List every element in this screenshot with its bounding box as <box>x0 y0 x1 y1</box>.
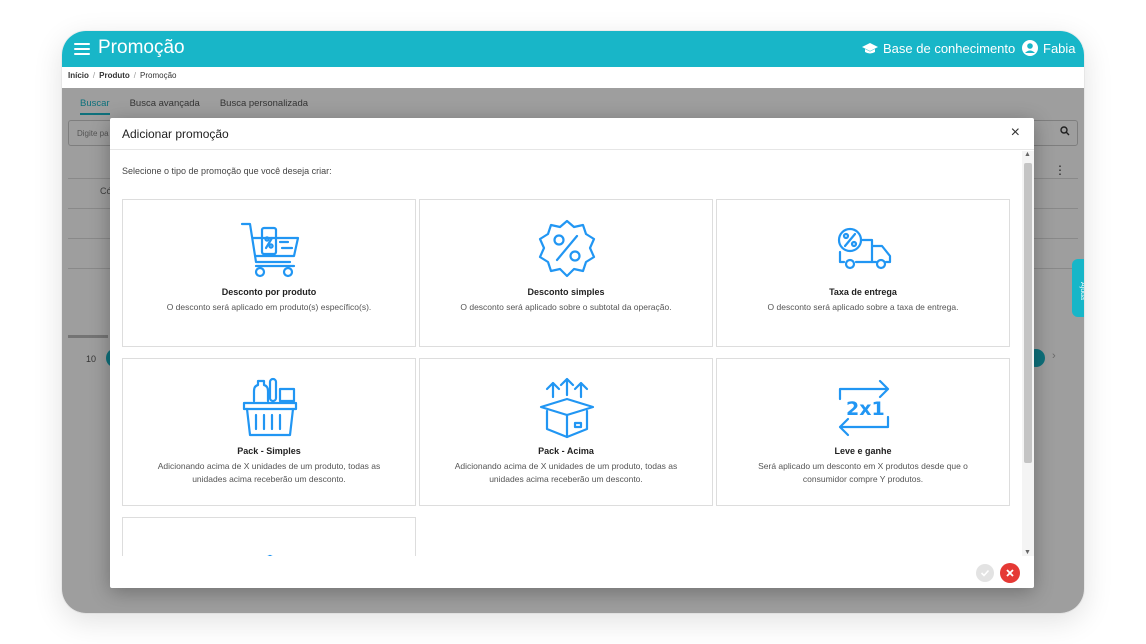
breadcrumb-product[interactable]: Produto <box>99 71 130 80</box>
breadcrumb-separator: / <box>92 71 96 80</box>
breadcrumb: Início / Produto / Promoção <box>68 71 177 80</box>
top-bar: Promoção Base de conhecimento Fabia ▼ <box>62 31 1084 67</box>
graduation-cap-icon <box>862 42 878 53</box>
card-title: Leve e ganhe <box>834 446 892 456</box>
cube-icon <box>267 554 273 556</box>
modal-header: Adicionar promoção × <box>110 118 1034 150</box>
delivery-truck-percent-icon <box>837 227 892 270</box>
knowledge-base-label: Base de conhecimento <box>883 41 1016 56</box>
svg-text:2x1: 2x1 <box>846 398 885 420</box>
scroll-up-icon[interactable]: ▲ <box>1024 151 1031 158</box>
confirm-button[interactable] <box>976 564 994 582</box>
check-icon <box>980 569 990 577</box>
2x1-exchange-icon: 2x1 <box>838 379 890 437</box>
modal-title: Adicionar promoção <box>122 127 229 141</box>
card-desconto-simples[interactable]: Desconto simples O desconto será aplicad… <box>419 199 713 347</box>
breadcrumb-separator: / <box>133 71 137 80</box>
close-icon[interactable]: × <box>1011 124 1020 142</box>
card-title: Pack - Simples <box>237 446 301 456</box>
hamburger-menu-icon[interactable] <box>74 40 90 58</box>
shopping-cart-percent-icon <box>240 222 300 278</box>
card-description: O desconto será aplicado sobre o subtota… <box>460 302 672 312</box>
card-desconto-por-produto[interactable]: Desconto por produto O desconto será apl… <box>122 199 416 347</box>
card-pack-simples[interactable]: Pack - Simples Adicionando acima de X un… <box>122 358 416 506</box>
card-more[interactable] <box>122 517 416 556</box>
card-title: Taxa de entrega <box>829 287 897 297</box>
basket-bottles-icon <box>242 377 298 437</box>
card-description: O desconto será aplicado em produto(s) e… <box>166 302 372 312</box>
close-icon <box>1006 569 1014 577</box>
app-window: Promoção Base de conhecimento Fabia ▼ In… <box>62 31 1084 613</box>
card-pack-acima[interactable]: Pack - Acima Adicionando acima de X unid… <box>419 358 713 506</box>
scroll-thumb[interactable] <box>1024 163 1032 463</box>
scroll-down-icon[interactable]: ▼ <box>1024 549 1031 556</box>
percent-badge-icon <box>538 219 596 278</box>
user-menu[interactable]: Fabia ▼ <box>1022 40 1084 56</box>
chevron-down-icon: ▼ <box>1081 44 1084 53</box>
user-avatar-icon <box>1022 40 1038 56</box>
help-side-tab[interactable]: Ajuda <box>1072 259 1084 317</box>
modal-body: Selecione o tipo de promoção que você de… <box>110 151 1022 556</box>
cancel-button[interactable] <box>1000 563 1020 583</box>
page-title: Promoção <box>98 37 185 58</box>
card-title: Desconto por produto <box>221 287 317 297</box>
user-name: Fabia <box>1043 40 1076 56</box>
breadcrumb-current: Promoção <box>140 71 177 80</box>
breadcrumb-home[interactable]: Início <box>68 71 89 80</box>
card-description: Será aplicado um desconto em X produtos … <box>758 461 968 484</box>
card-title: Pack - Acima <box>538 446 594 456</box>
knowledge-base-link[interactable]: Base de conhecimento <box>862 41 1015 56</box>
card-taxa-de-entrega[interactable]: Taxa de entrega O desconto será aplicado… <box>716 199 1010 347</box>
card-leve-e-ganhe[interactable]: 2x1 Leve e ganhe Será aplicado um descon… <box>716 358 1010 506</box>
card-description: Adicionando acima de X unidades de um pr… <box>157 461 381 484</box>
add-promotion-modal: Adicionar promoção × Selecione o tipo de… <box>110 118 1034 588</box>
modal-scrollbar[interactable]: ▲ ▼ <box>1022 151 1034 556</box>
open-box-arrows-icon <box>539 377 595 439</box>
card-description: Adicionando acima de X unidades de um pr… <box>454 461 678 484</box>
card-description: O desconto será aplicado sobre a taxa de… <box>767 302 959 312</box>
card-title: Desconto simples <box>527 287 605 297</box>
instruction-text: Selecione o tipo de promoção que você de… <box>122 166 332 176</box>
